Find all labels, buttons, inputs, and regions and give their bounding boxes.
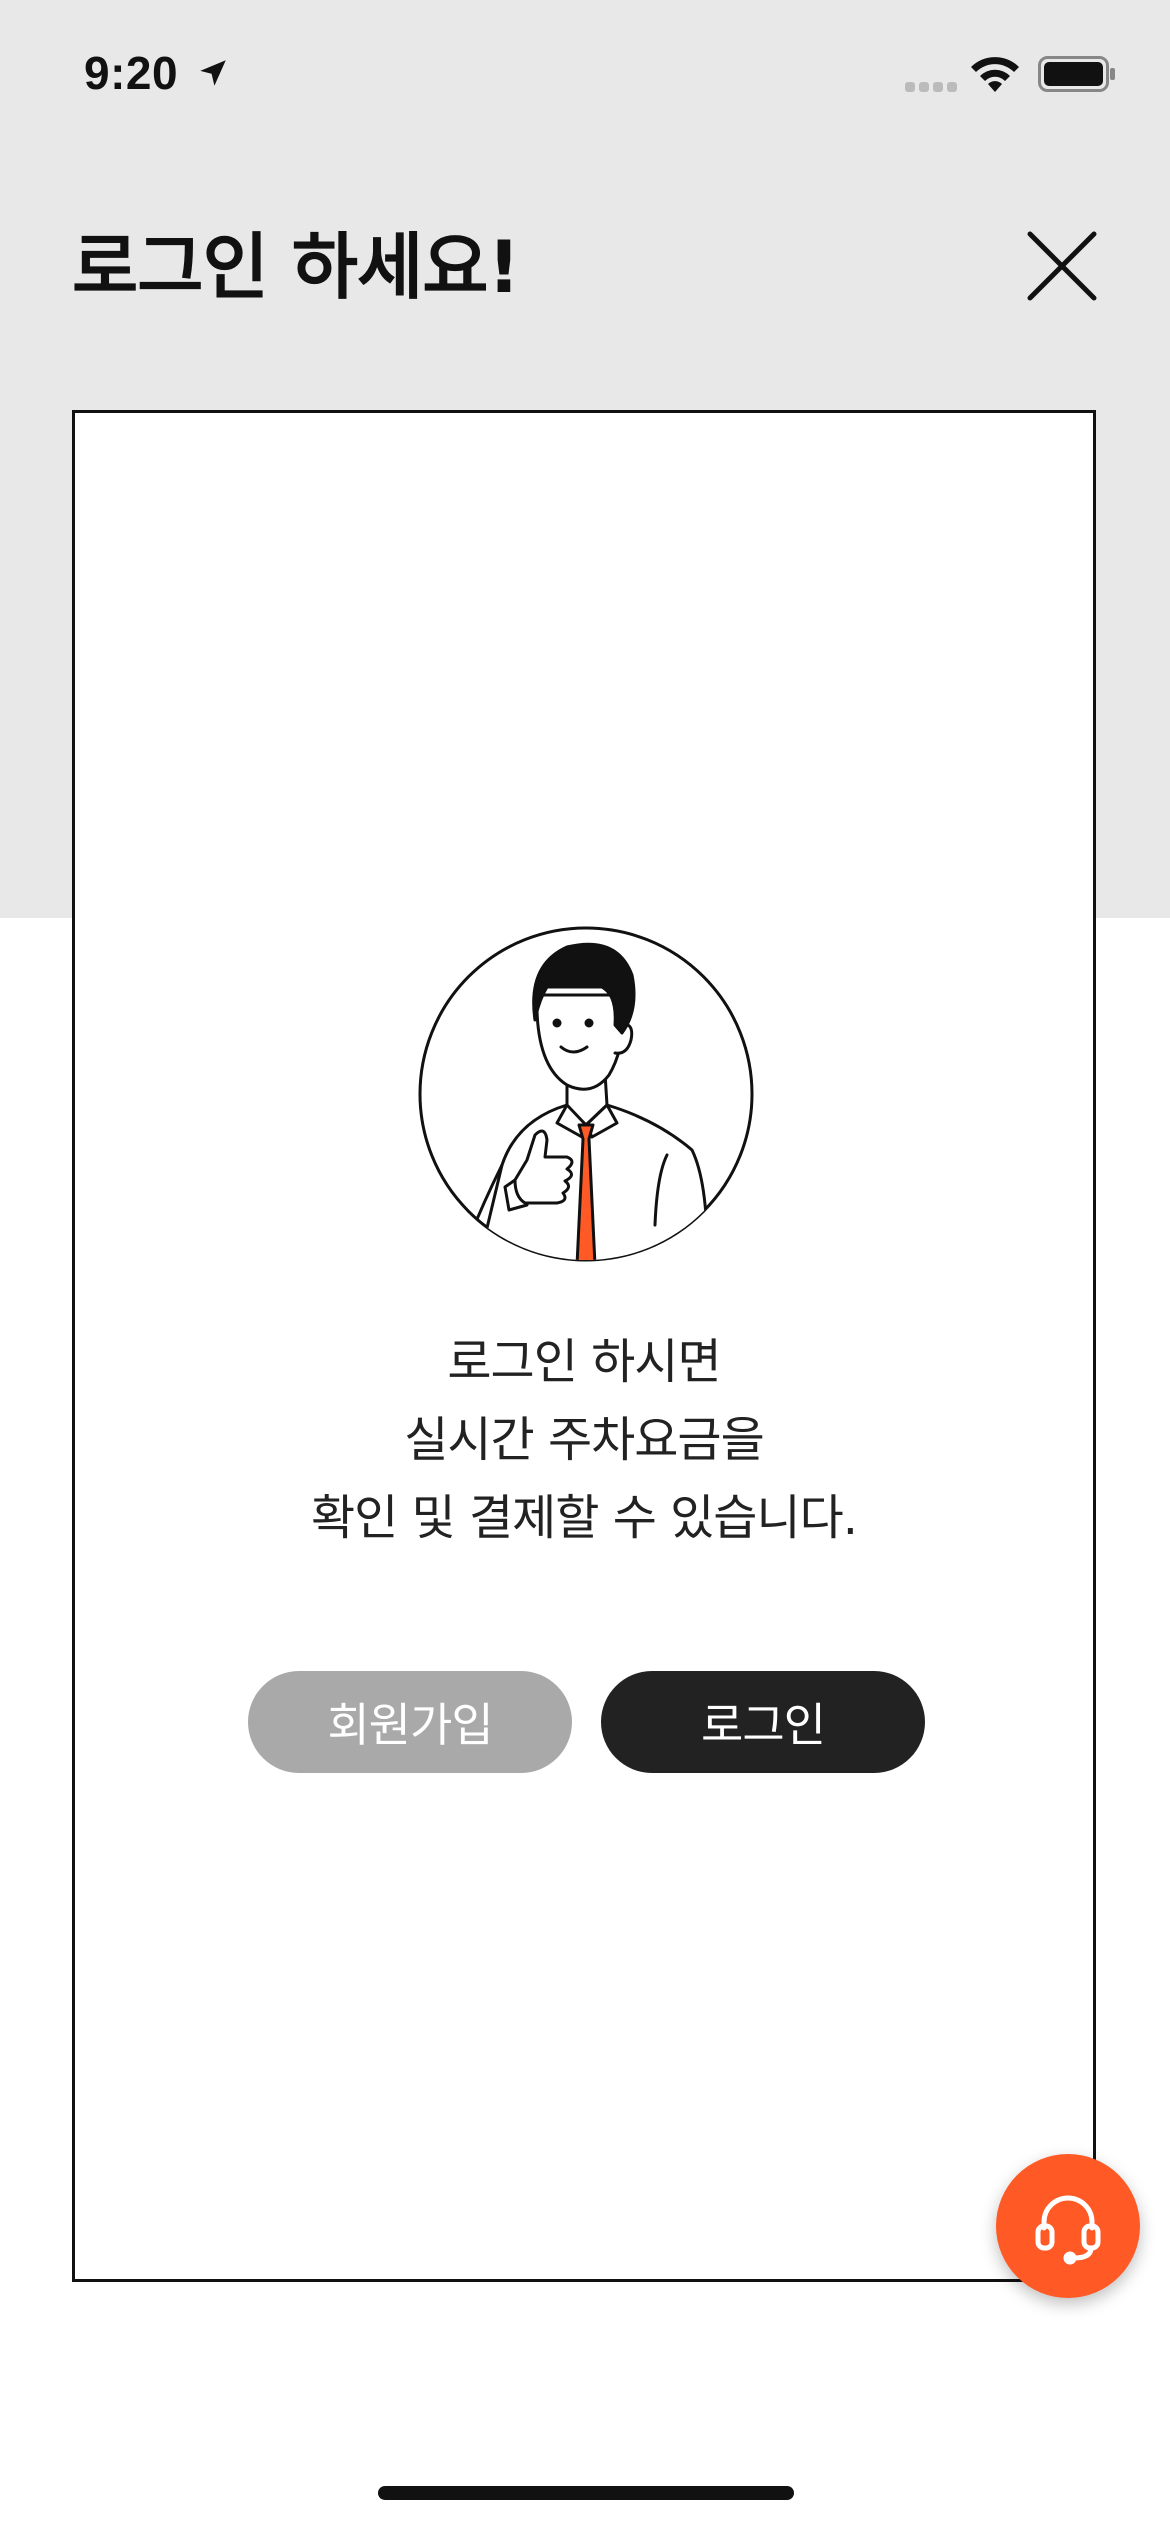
message-line: 로그인 하시면	[447, 1334, 721, 1390]
customer-support-button[interactable]	[996, 2154, 1140, 2298]
login-prompt-card: 로그인 하시면 실시간 주차요금을 확인 및 결제할 수 있습니다. 회원가입 …	[72, 410, 1096, 2282]
battery-icon	[1038, 56, 1115, 92]
cellular-signal-icon	[905, 82, 957, 92]
page-title: 로그인 하세요!	[72, 225, 520, 309]
headset-icon	[1035, 2195, 1101, 2265]
home-indicator	[378, 2486, 794, 2500]
close-icon	[1027, 231, 1097, 301]
login-button[interactable]: 로그인	[601, 1671, 925, 1773]
message-line: 실시간 주차요금을	[404, 1412, 765, 1468]
signup-button[interactable]: 회원가입	[248, 1671, 572, 1773]
location-arrow-icon	[200, 60, 226, 86]
wifi-icon	[971, 57, 1019, 92]
status-time: 9:20	[84, 47, 179, 99]
login-screen: 9:20 로그인 하세요! 로그인 하시면 실시간 주차요금을 확인 및 결제할…	[0, 0, 1170, 2532]
login-benefit-message: 로그인 하시면 실시간 주차요금을 확인 및 결제할 수 있습니다.	[75, 1323, 1093, 1557]
message-line: 확인 및 결제할 수 있습니다.	[310, 1490, 858, 1546]
thumbs-up-man-avatar	[418, 926, 754, 1262]
close-button[interactable]	[1020, 224, 1104, 308]
